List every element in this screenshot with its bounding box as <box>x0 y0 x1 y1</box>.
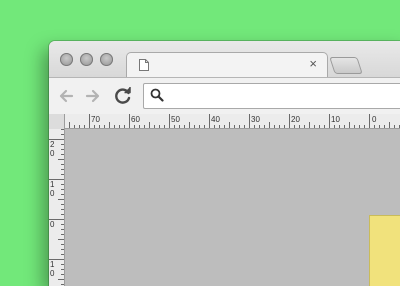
ruler-corner <box>49 114 65 130</box>
address-bar[interactable] <box>143 83 400 109</box>
canvas-area[interactable] <box>65 129 400 286</box>
ruler-label: 50 <box>171 115 180 124</box>
search-icon <box>150 88 164 102</box>
tab-close-icon[interactable]: × <box>309 56 317 72</box>
address-input[interactable] <box>170 86 400 106</box>
new-tab-button[interactable] <box>329 57 363 74</box>
ruler-label: 10 <box>331 115 340 124</box>
ruler-label: 40 <box>211 115 220 124</box>
ruler-label: 60 <box>131 115 140 124</box>
artboard[interactable] <box>370 216 400 286</box>
ruler-label: 30 <box>251 115 260 124</box>
document-icon <box>139 59 149 71</box>
toolbar <box>49 77 400 115</box>
ruler-label: 0 <box>50 220 55 229</box>
ruler-label: 0 <box>372 115 377 124</box>
horizontal-ruler: 70 60 50 40 30 20 10 0 <box>49 114 400 129</box>
forward-arrow-icon[interactable] <box>82 85 104 107</box>
ruler-label: 20 <box>291 115 300 124</box>
minimize-window-button[interactable] <box>80 53 93 66</box>
back-arrow-icon[interactable] <box>55 85 77 107</box>
zoom-window-button[interactable] <box>100 53 113 66</box>
ruler-label: 1 0 <box>50 260 55 278</box>
ruler-label: 1 0 <box>50 180 55 198</box>
browser-window: × 70 60 50 40 30 20 10 0 2 0 1 0 0 1 0 <box>49 41 400 286</box>
tab-active[interactable]: × <box>126 52 328 78</box>
ruler-label: 2 0 <box>50 140 55 158</box>
ruler-label: 70 <box>91 115 100 124</box>
close-window-button[interactable] <box>60 53 73 66</box>
horizontal-ruler-ticks <box>49 114 400 128</box>
vertical-ruler: 2 0 1 0 0 1 0 <box>49 129 65 286</box>
reload-icon[interactable] <box>112 85 134 107</box>
title-bar: × <box>49 41 400 78</box>
